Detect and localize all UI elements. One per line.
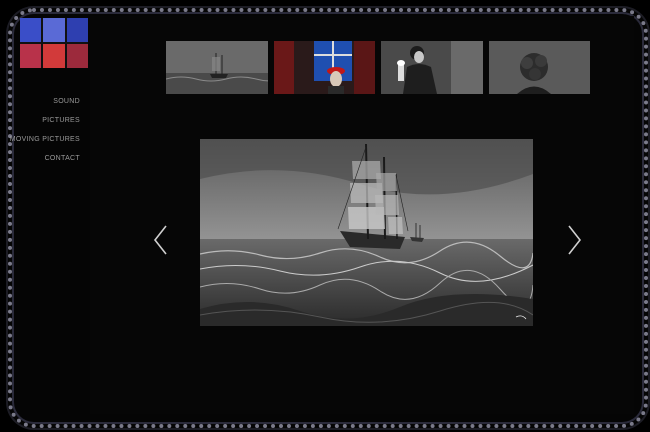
thumbnail-strip <box>166 41 590 94</box>
nav-item-contact[interactable]: CONTACT <box>0 153 80 172</box>
nav-item-sound[interactable]: SOUND <box>0 96 80 115</box>
site-logo[interactable] <box>20 18 88 68</box>
logo-tile <box>20 18 42 42</box>
logo-tile <box>66 18 88 42</box>
main-nav: SOUND PICTURES MOVING PICTURES CONTACT <box>0 96 80 172</box>
thumbnail-curly-haired-figure[interactable] <box>488 41 590 94</box>
nav-item-pictures[interactable]: PICTURES <box>0 115 80 134</box>
logo-tile <box>43 18 65 42</box>
thumbnail-ship-at-sea[interactable] <box>166 41 268 94</box>
prev-arrow-icon[interactable] <box>150 222 172 258</box>
thumbnail-woman-with-lamp[interactable] <box>381 41 483 94</box>
logo-tile <box>20 44 42 68</box>
logo-tile <box>43 44 65 68</box>
logo-tile <box>66 44 88 68</box>
thumbnail-girl-in-red-hat[interactable] <box>273 41 375 94</box>
next-arrow-icon[interactable] <box>563 222 585 258</box>
main-painting-ship-at-sea <box>200 139 533 326</box>
nav-item-moving-pictures[interactable]: MOVING PICTURES <box>0 134 80 153</box>
